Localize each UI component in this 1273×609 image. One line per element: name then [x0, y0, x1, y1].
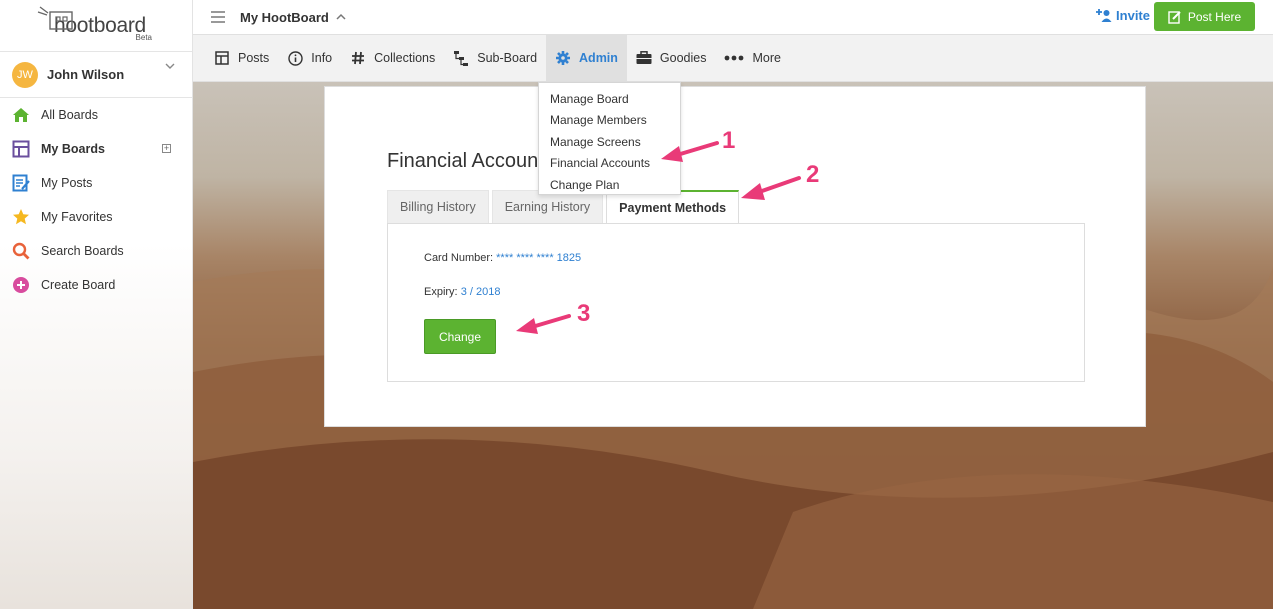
post-here-button[interactable]: Post Here — [1154, 2, 1255, 31]
board-title[interactable]: My HootBoard — [240, 10, 329, 25]
grid-icon — [214, 50, 230, 66]
tab-label: Collections — [374, 51, 436, 65]
expiry-label: Expiry: — [424, 286, 458, 298]
add-user-icon — [1096, 9, 1112, 22]
tab-goodies[interactable]: Goodies — [627, 35, 716, 81]
dots-icon — [724, 50, 744, 66]
user-menu[interactable]: JW John Wilson — [0, 52, 192, 98]
gear-icon — [555, 50, 571, 66]
posts-icon — [11, 173, 31, 193]
menu-item-manage-members[interactable]: Manage Members — [539, 110, 680, 132]
sidebar-item-my-favorites[interactable]: My Favorites — [0, 200, 192, 234]
tab-label: Goodies — [659, 51, 707, 65]
invite-label: Invite — [1116, 8, 1150, 23]
annotation-number-3: 3 — [577, 300, 591, 327]
sidebar-item-label: Search Boards — [41, 244, 124, 258]
tab-billing-history[interactable]: Billing History — [387, 190, 489, 223]
annotation-arrow-3 — [516, 314, 571, 334]
tab-more[interactable]: More — [715, 35, 789, 81]
tab-label: Info — [311, 51, 333, 65]
home-icon — [11, 105, 31, 125]
tab-label: Sub-Board — [477, 51, 538, 65]
owl-logo-icon — [37, 6, 73, 30]
info-icon — [287, 50, 303, 66]
sidebar-item-my-boards[interactable]: My Boards + — [0, 132, 192, 166]
user-name: John Wilson — [47, 67, 125, 82]
top-bar: My HootBoard Invite Post Here — [193, 0, 1273, 34]
briefcase-icon — [636, 50, 652, 66]
star-icon — [11, 207, 31, 227]
menu-item-manage-board[interactable]: Manage Board — [539, 88, 680, 110]
sidebar-item-label: Create Board — [41, 278, 116, 292]
card-number-value: **** **** **** 1825 — [496, 252, 582, 264]
expiry-row: Expiry: 3 / 2018 — [424, 286, 500, 298]
sidebar-item-search-boards[interactable]: Search Boards — [0, 234, 192, 268]
plus-circle-icon — [11, 275, 31, 295]
annotation-number-1: 1 — [722, 127, 736, 154]
annotation-arrow-1 — [661, 141, 719, 162]
sidebar-item-label: My Favorites — [41, 210, 113, 224]
avatar: JW — [12, 61, 38, 88]
expand-icon[interactable]: + — [162, 144, 171, 153]
tab-posts[interactable]: Posts — [205, 35, 278, 81]
page-title: Financial Accounts — [387, 150, 542, 172]
card-number-row: Card Number: **** **** **** 1825 — [424, 252, 581, 264]
logo[interactable]: hootboard Beta — [0, 0, 192, 52]
sidebar-item-create-board[interactable]: Create Board — [0, 268, 192, 302]
sidebar-item-all-boards[interactable]: All Boards — [0, 98, 192, 132]
tab-admin[interactable]: Admin — [546, 35, 627, 81]
post-here-label: Post Here — [1187, 9, 1242, 24]
tab-sub-board[interactable]: Sub-Board — [444, 35, 546, 81]
hamburger-icon[interactable] — [211, 8, 225, 26]
invite-button[interactable]: Invite — [1096, 8, 1150, 23]
edit-icon — [1168, 10, 1181, 24]
sidebar-item-label: My Boards — [41, 142, 105, 156]
sidebar-item-my-posts[interactable]: My Posts — [0, 166, 192, 200]
tab-label: Admin — [579, 51, 618, 65]
change-button[interactable]: Change — [424, 319, 496, 354]
search-icon — [11, 241, 31, 261]
sidebar-item-label: My Posts — [41, 176, 93, 190]
card-number-label: Card Number: — [424, 252, 494, 264]
menu-item-change-plan[interactable]: Change Plan — [539, 174, 680, 196]
sidebar: hootboard Beta JW John Wilson All Boards… — [0, 0, 193, 609]
board-tabs: Posts Info Collections Sub-Board Admin G… — [193, 34, 1273, 82]
annotation-arrow-2 — [741, 176, 801, 200]
chevron-down-icon[interactable] — [165, 61, 175, 71]
annotation-number-2: 2 — [806, 161, 820, 188]
expiry-value: 3 / 2018 — [460, 286, 501, 298]
chevron-up-icon[interactable] — [336, 13, 346, 21]
tree-icon — [453, 50, 469, 66]
hash-icon — [350, 50, 366, 66]
tab-label: More — [752, 51, 781, 65]
boards-icon — [11, 139, 31, 159]
tab-info[interactable]: Info — [278, 35, 341, 81]
tab-label: Posts — [238, 51, 270, 65]
beta-tag: Beta — [135, 33, 152, 42]
payment-methods-panel: Card Number: **** **** **** 1825 Expiry:… — [387, 223, 1085, 382]
tab-collections[interactable]: Collections — [341, 35, 444, 81]
sidebar-item-label: All Boards — [41, 108, 98, 122]
